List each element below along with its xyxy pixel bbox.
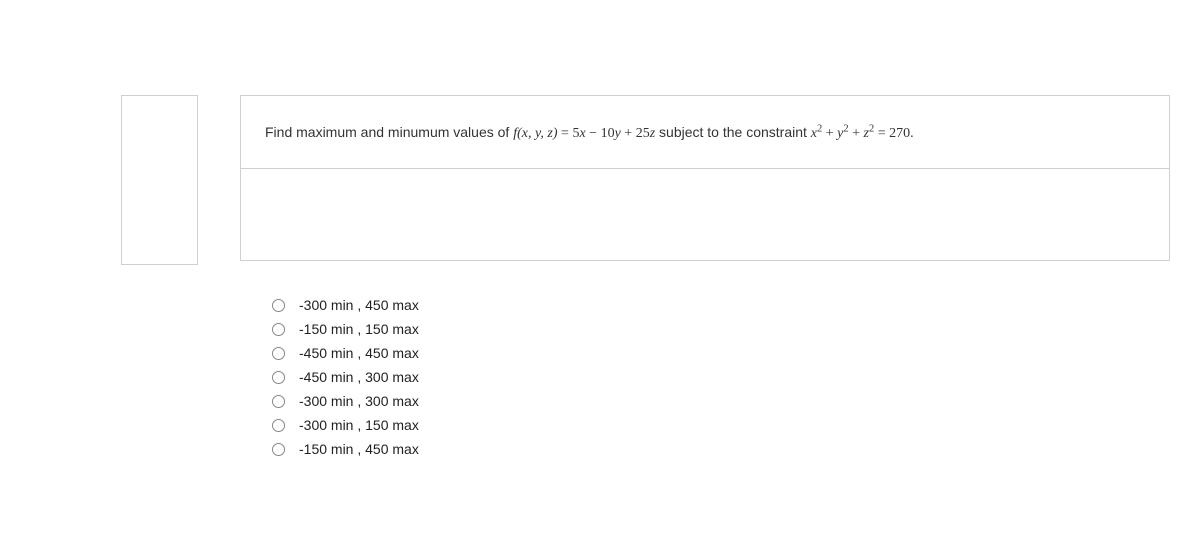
option-label: -300 min , 300 max — [299, 393, 419, 409]
term-5x: 5x — [572, 126, 585, 141]
radio-icon[interactable] — [272, 299, 285, 312]
option-label: -150 min , 450 max — [299, 441, 419, 457]
equals-270: = 270. — [874, 126, 913, 141]
plus-sign-3: + — [849, 126, 864, 141]
term-25z: 25z — [636, 124, 655, 140]
radio-icon[interactable] — [272, 419, 285, 432]
option-label: -300 min , 150 max — [299, 417, 419, 433]
option-row[interactable]: -300 min , 300 max — [272, 393, 1170, 409]
radio-icon[interactable] — [272, 371, 285, 384]
equals-sign: = — [558, 126, 573, 141]
option-row[interactable]: -450 min , 300 max — [272, 369, 1170, 385]
option-label: -450 min , 450 max — [299, 345, 419, 361]
func-args: (x, y, z) — [517, 126, 557, 141]
plus-sign-2: + — [822, 126, 837, 141]
minus-sign: − — [586, 126, 601, 141]
option-row[interactable]: -450 min , 450 max — [272, 345, 1170, 361]
option-label: -150 min , 150 max — [299, 321, 419, 337]
option-label: -300 min , 450 max — [299, 297, 419, 313]
question-prompt-box: Find maximum and minumum values of f(x, … — [240, 95, 1170, 169]
radio-icon[interactable] — [272, 443, 285, 456]
radio-icon[interactable] — [272, 395, 285, 408]
answer-input-box — [240, 169, 1170, 261]
radio-icon[interactable] — [272, 323, 285, 336]
question-prefix: Find maximum and minumum values of — [265, 124, 513, 140]
option-row[interactable]: -150 min , 450 max — [272, 441, 1170, 457]
option-row[interactable]: -150 min , 150 max — [272, 321, 1170, 337]
question-text: Find maximum and minumum values of f(x, … — [265, 122, 1145, 144]
question-content-area: Find maximum and minumum values of f(x, … — [240, 95, 1170, 465]
option-row[interactable]: -300 min , 450 max — [272, 297, 1170, 313]
options-list: -300 min , 450 max -150 min , 150 max -4… — [240, 297, 1170, 457]
plus-sign-1: + — [621, 126, 636, 141]
term-10y: 10y — [601, 124, 621, 140]
sidebar-placeholder-box — [121, 95, 198, 265]
option-row[interactable]: -300 min , 150 max — [272, 417, 1170, 433]
subject-text: subject to the constraint — [655, 124, 811, 140]
radio-icon[interactable] — [272, 347, 285, 360]
option-label: -450 min , 300 max — [299, 369, 419, 385]
